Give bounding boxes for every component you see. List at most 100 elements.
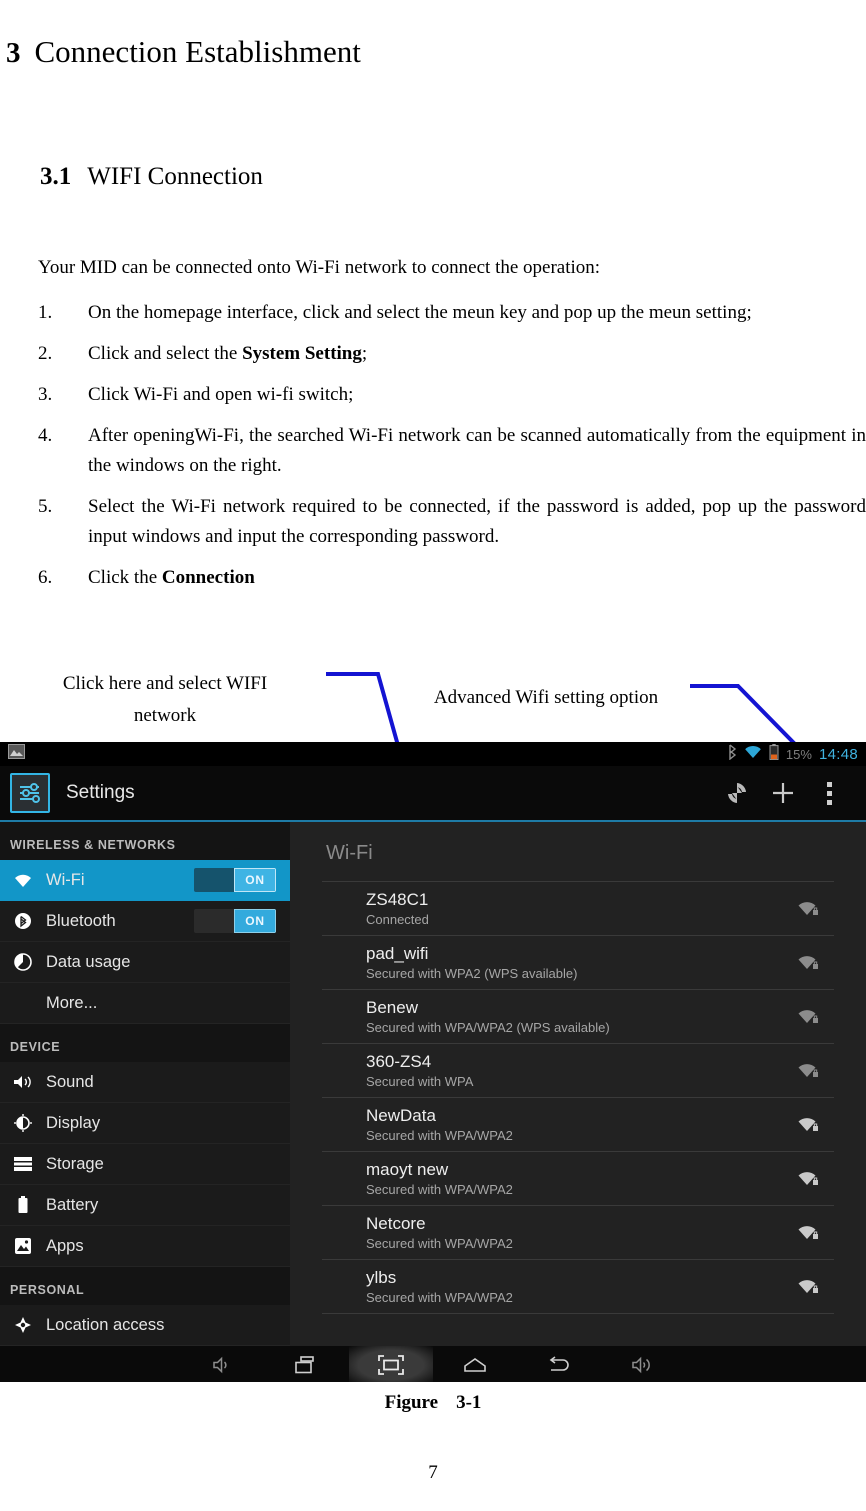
network-name: pad_wifi	[366, 943, 429, 963]
sidebar-item-storage[interactable]: Storage	[0, 1144, 290, 1185]
sidebar-item-location-access[interactable]: Location access	[0, 1305, 290, 1346]
network-text: pad_wifi Secured with WPA2 (WPS availabl…	[366, 943, 788, 983]
list-marker: 1.	[38, 302, 53, 323]
status-bar: 15% 14:48	[0, 742, 866, 766]
sidebar-item-sound[interactable]: Sound	[0, 1062, 290, 1103]
list-text: On the homepage interface, click and sel…	[88, 298, 866, 328]
network-status: Secured with WPA	[366, 1073, 474, 1089]
sidebar-item-battery[interactable]: Battery	[0, 1185, 290, 1226]
battery-percent: 15%	[785, 746, 812, 762]
intro-paragraph: Your MID can be connected onto Wi-Fi net…	[38, 257, 601, 278]
list-item[interactable]: NewData Secured with WPA/WPA2	[322, 1097, 834, 1151]
wifi-toggle[interactable]: ON	[194, 868, 276, 892]
home-icon[interactable]	[433, 1346, 517, 1382]
chapter-number: 3	[6, 37, 21, 69]
list-marker: 5.	[38, 496, 53, 517]
list-text-part: Click and select the	[88, 343, 243, 364]
recents-icon[interactable]	[265, 1346, 349, 1382]
settings-sliders-icon	[10, 773, 50, 813]
sidebar-item-bluetooth[interactable]: Bluetooth ON	[0, 901, 290, 942]
sound-icon	[10, 1074, 36, 1090]
list-text: Click and select the System Setting;	[88, 339, 866, 369]
list-item: 3. Click Wi-Fi and open wi-fi switch;	[38, 380, 866, 410]
android-screenshot: 15% 14:48 Settings WIRELESS & NETWORKS W…	[0, 742, 866, 1382]
bluetooth-toggle[interactable]: ON	[194, 909, 276, 933]
add-network-icon[interactable]	[760, 771, 806, 815]
sidebar-item-wifi[interactable]: Wi-Fi ON	[0, 860, 290, 901]
list-text-part: On the homepage interface, click and sel…	[88, 302, 752, 323]
sidebar-item-label: More...	[46, 993, 98, 1012]
sidebar-item-data-usage[interactable]: Data usage	[0, 942, 290, 983]
network-text: ZS48C1 Connected	[366, 889, 788, 929]
list-text-part: After openingWi-Fi, the searched Wi-Fi n…	[88, 425, 866, 476]
bluetooth-icon	[727, 743, 737, 765]
list-item[interactable]: 360-ZS4 Secured with WPA	[322, 1043, 834, 1097]
wifi-panel-title: Wi-Fi	[326, 842, 373, 864]
settings-sidebar[interactable]: WIRELESS & NETWORKS Wi-Fi ON Bluetooth O…	[0, 822, 290, 1346]
network-text: 360-ZS4 Secured with WPA	[366, 1051, 788, 1091]
list-text: Select the Wi-Fi network required to be …	[88, 492, 866, 552]
wifi-signal-lock-icon	[788, 1223, 828, 1242]
sidebar-item-label: Wi-Fi	[46, 870, 85, 889]
list-item[interactable]: Benew Secured with WPA/WPA2 (WPS availab…	[322, 989, 834, 1043]
wifi-signal-lock-icon	[788, 899, 828, 918]
action-bar: Settings	[0, 766, 866, 822]
list-text-bold: System Setting	[242, 343, 362, 364]
list-marker: 4.	[38, 425, 53, 446]
list-item[interactable]: pad_wifi Secured with WPA2 (WPS availabl…	[322, 935, 834, 989]
chapter-title: Connection Establishment	[34, 34, 361, 69]
toggle-track	[194, 909, 234, 933]
sidebar-item-display[interactable]: Display	[0, 1103, 290, 1144]
wifi-signal-lock-icon	[788, 1115, 828, 1134]
sidebar-item-more[interactable]: More...	[0, 983, 290, 1024]
callout-wifi-network: Click here and select WIFI network	[62, 673, 268, 726]
list-item[interactable]: Netcore Secured with WPA/WPA2	[322, 1205, 834, 1259]
list-marker: 6.	[38, 567, 53, 588]
wifi-signal-lock-icon	[788, 1007, 828, 1026]
steps-list: 1. On the homepage interface, click and …	[38, 298, 866, 604]
network-name: ylbs	[366, 1267, 397, 1287]
network-status: Secured with WPA/WPA2 (WPS available)	[366, 1019, 610, 1035]
settings-content: WIRELESS & NETWORKS Wi-Fi ON Bluetooth O…	[0, 822, 866, 1346]
overflow-menu-icon[interactable]	[806, 771, 852, 815]
screenshot-icon[interactable]	[349, 1346, 433, 1382]
callout-advanced-wifi-option: Advanced Wifi setting option	[433, 687, 659, 708]
network-status: Secured with WPA/WPA2	[366, 1235, 513, 1251]
list-text: Click Wi-Fi and open wi-fi switch;	[88, 380, 866, 410]
list-item[interactable]: ZS48C1 Connected	[322, 881, 834, 935]
sidebar-item-label: Apps	[46, 1236, 84, 1255]
volume-down-icon[interactable]	[181, 1346, 265, 1382]
app-title: Settings	[66, 782, 135, 803]
wifi-icon	[744, 745, 762, 764]
list-text-part: Click the	[88, 567, 162, 588]
image-icon	[8, 744, 25, 764]
sidebar-group-header-wireless: WIRELESS & NETWORKS	[0, 822, 290, 860]
sidebar-item-label: Location access	[46, 1315, 165, 1334]
network-name: 360-ZS4	[366, 1051, 432, 1071]
volume-up-icon[interactable]	[601, 1346, 685, 1382]
sidebar-item-label: Data usage	[46, 952, 131, 971]
sidebar-item-label: Battery	[46, 1195, 99, 1214]
list-item[interactable]: maoyt new Secured with WPA/WPA2	[322, 1151, 834, 1205]
network-text: NewData Secured with WPA/WPA2	[366, 1105, 788, 1145]
sidebar-item-apps[interactable]: Apps	[0, 1226, 290, 1267]
wifi-scan-icon[interactable]	[714, 771, 760, 815]
data-usage-icon	[10, 953, 36, 971]
sidebar-item-label: Storage	[46, 1154, 104, 1173]
list-text: Click the Connection	[88, 563, 866, 593]
page-number: 7	[428, 1462, 438, 1483]
toggle-knob: ON	[234, 909, 276, 933]
figure-caption: Figure 3-1	[0, 1392, 866, 1414]
list-item[interactable]: ylbs Secured with WPA/WPA2	[322, 1259, 834, 1314]
network-text: ylbs Secured with WPA/WPA2	[366, 1267, 788, 1307]
list-item: 1. On the homepage interface, click and …	[38, 298, 866, 328]
figure-label: Figure	[384, 1392, 439, 1413]
network-text: Netcore Secured with WPA/WPA2	[366, 1213, 788, 1253]
navigation-bar	[0, 1346, 866, 1382]
network-status: Secured with WPA/WPA2	[366, 1181, 513, 1197]
network-text: maoyt new Secured with WPA/WPA2	[366, 1159, 788, 1199]
network-status: Connected	[366, 911, 429, 927]
back-icon[interactable]	[517, 1346, 601, 1382]
list-item: 5. Select the Wi-Fi network required to …	[38, 492, 866, 552]
wifi-icon	[10, 873, 36, 888]
